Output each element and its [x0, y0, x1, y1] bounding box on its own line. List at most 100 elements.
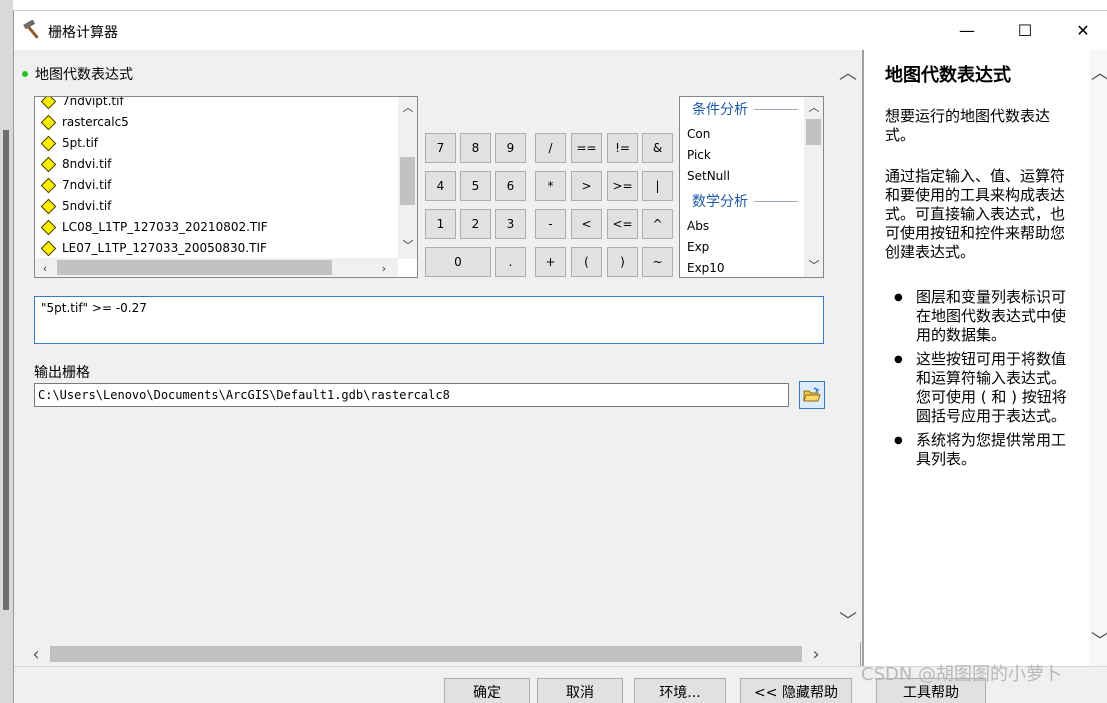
greater-equal-button[interactable]: >= — [607, 171, 638, 201]
scroll-up-icon[interactable]: ︿ — [400, 99, 416, 115]
close-button[interactable]: ✕ — [1060, 11, 1106, 50]
less-equal-button[interactable]: <= — [607, 209, 638, 239]
key-8-button[interactable]: 8 — [460, 133, 491, 163]
raster-layer-icon — [40, 97, 57, 109]
cancel-button[interactable]: 取消 — [537, 678, 623, 703]
scroll-thumb[interactable] — [806, 119, 821, 145]
key-2-button[interactable]: 2 — [460, 209, 491, 239]
help-vertical-scrollbar[interactable]: ︿ ﹀ — [1090, 50, 1107, 666]
function-item-abs[interactable]: Abs — [687, 219, 709, 233]
browse-folder-button[interactable] — [799, 381, 825, 409]
key-1-button[interactable]: 1 — [425, 209, 456, 239]
main-vertical-scrollbar[interactable]: ︿ ﹀ — [835, 50, 861, 642]
layer-item[interactable]: 5pt.tif — [40, 133, 98, 153]
layer-item[interactable]: 5ndvi.tif — [40, 196, 111, 216]
help-paragraph: 想要运行的地图代数表达式。 — [885, 107, 1051, 144]
greater-button[interactable]: > — [571, 171, 602, 201]
help-bullet-list: 图层和变量列表标识可在地图代数表达式中使用的数据集。 这些按钮可用于将数值和运算… — [894, 288, 1076, 474]
less-button[interactable]: < — [571, 209, 602, 239]
raster-layer-icon — [40, 114, 57, 130]
multiply-button[interactable]: * — [535, 171, 566, 201]
raster-layer-icon — [40, 219, 57, 235]
equal-button[interactable]: == — [571, 133, 602, 163]
layer-item[interactable]: rastercalc5 — [40, 112, 129, 132]
scroll-left-icon[interactable]: ‹ — [37, 260, 53, 276]
scroll-thumb[interactable] — [50, 646, 802, 662]
layer-item[interactable]: 8ndvi.tif — [40, 154, 111, 174]
layer-variable-list[interactable]: 7ndvipt.tif rastercalc5 5pt.tif 8ndvi.ti… — [34, 96, 418, 278]
help-title: 地图代数表达式 — [885, 65, 1011, 86]
hammer-icon — [23, 20, 39, 39]
scroll-right-icon[interactable]: › — [806, 644, 826, 665]
function-item-setnull[interactable]: SetNull — [687, 169, 730, 183]
help-bullet: 这些按钮可用于将数值和运算符输入表达式。您可使用 ( 和 ) 按钮将圆括号应用于… — [894, 350, 1076, 426]
function-item-pick[interactable]: Pick — [687, 148, 711, 162]
layer-list-horizontal-scrollbar[interactable]: ‹ › — [35, 258, 398, 277]
key-0-button[interactable]: 0 — [425, 247, 491, 277]
layer-item[interactable]: 7ndvipt.tif — [40, 97, 124, 111]
key-3-button[interactable]: 3 — [495, 209, 526, 239]
function-item-con[interactable]: Con — [687, 127, 710, 141]
raster-layer-icon — [40, 135, 57, 151]
scroll-right-icon[interactable]: › — [376, 260, 392, 276]
background-app-strip — [0, 0, 13, 703]
raster-layer-icon — [40, 156, 57, 172]
scroll-up-icon[interactable]: ︿ — [806, 99, 822, 115]
environments-button[interactable]: 环境... — [634, 678, 726, 703]
xor-button[interactable]: ^ — [642, 209, 673, 239]
output-raster-path-input[interactable]: C:\Users\Lenovo\Documents\ArcGIS\Default… — [34, 383, 789, 407]
scroll-down-icon[interactable]: ﹀ — [806, 257, 822, 273]
scroll-left-icon[interactable]: ‹ — [26, 644, 46, 665]
decimal-button[interactable]: . — [495, 247, 526, 277]
help-pane: 地图代数表达式 想要运行的地图代数表达式。 通过指定输入、值、运算符和要使用的工… — [862, 50, 1107, 666]
expression-input[interactable]: "5pt.tif" >= -0.27 — [34, 296, 824, 344]
window-title: 栅格计算器 — [48, 25, 118, 41]
key-9-button[interactable]: 9 — [495, 133, 526, 163]
raster-layer-icon — [40, 240, 57, 256]
function-item-exp10[interactable]: Exp10 — [687, 261, 725, 275]
hide-help-button[interactable]: << 隐藏帮助 — [740, 678, 852, 703]
scroll-down-icon[interactable]: ﹀ — [838, 610, 858, 632]
main-horizontal-scrollbar[interactable]: ‹ › — [22, 642, 835, 666]
help-bullet: 图层和变量列表标识可在地图代数表达式中使用的数据集。 — [894, 288, 1076, 345]
layer-list-vertical-scrollbar[interactable]: ︿ ﹀ — [398, 97, 417, 259]
function-list-scrollbar[interactable]: ︿ ﹀ — [804, 97, 823, 277]
minus-button[interactable]: - — [535, 209, 566, 239]
scroll-thumb[interactable] — [57, 260, 332, 275]
not-equal-button[interactable]: != — [607, 133, 638, 163]
required-dot-icon — [22, 71, 28, 77]
divide-button[interactable]: / — [535, 133, 566, 163]
expression-section-label: 地图代数表达式 — [22, 64, 133, 84]
or-button[interactable]: | — [642, 171, 673, 201]
watermark-text: CSDN @胡图图的小萝卜 — [861, 664, 1063, 685]
open-paren-button[interactable]: ( — [571, 247, 602, 277]
scroll-up-icon[interactable]: ︿ — [838, 62, 858, 84]
close-paren-button[interactable]: ) — [607, 247, 638, 277]
layer-item[interactable]: LC08_L1TP_127033_20210802.TIF — [40, 217, 268, 237]
key-4-button[interactable]: 4 — [425, 171, 456, 201]
plus-button[interactable]: + — [535, 247, 566, 277]
key-6-button[interactable]: 6 — [495, 171, 526, 201]
raster-layer-icon — [40, 198, 57, 214]
scroll-down-icon[interactable]: ﹀ — [1090, 630, 1107, 652]
maximize-button[interactable]: ☐ — [1002, 11, 1048, 50]
math-category-header: 数学分析 — [680, 191, 802, 211]
scroll-up-icon[interactable]: ︿ — [1090, 62, 1107, 84]
minimize-button[interactable]: — — [944, 11, 990, 50]
help-paragraph: 通过指定输入、值、运算符和要使用的工具来构成表达式。可直接输入表达式，也可使用按… — [885, 167, 1066, 261]
tool-function-list[interactable]: 条件分析 Con Pick SetNull 数学分析 Abs Exp Exp10… — [679, 96, 824, 278]
and-button[interactable]: & — [642, 133, 673, 163]
function-item-exp[interactable]: Exp — [687, 240, 709, 254]
raster-calculator-window: 栅格计算器 — ☐ ✕ 地图代数表达式 7ndvipt.tif rasterca… — [13, 10, 1107, 703]
not-button[interactable]: ~ — [642, 247, 673, 277]
key-5-button[interactable]: 5 — [460, 171, 491, 201]
output-raster-label: 输出栅格 — [34, 365, 90, 381]
scroll-thumb[interactable] — [400, 157, 415, 205]
ok-button[interactable]: 确定 — [444, 678, 530, 703]
key-7-button[interactable]: 7 — [425, 133, 456, 163]
scroll-down-icon[interactable]: ﹀ — [400, 237, 416, 253]
layer-item[interactable]: LE07_L1TP_127033_20050830.TIF — [40, 238, 267, 258]
raster-layer-icon — [40, 177, 57, 193]
title-bar: 栅格计算器 — ☐ ✕ — [14, 11, 1107, 50]
layer-item[interactable]: 7ndvi.tif — [40, 175, 111, 195]
